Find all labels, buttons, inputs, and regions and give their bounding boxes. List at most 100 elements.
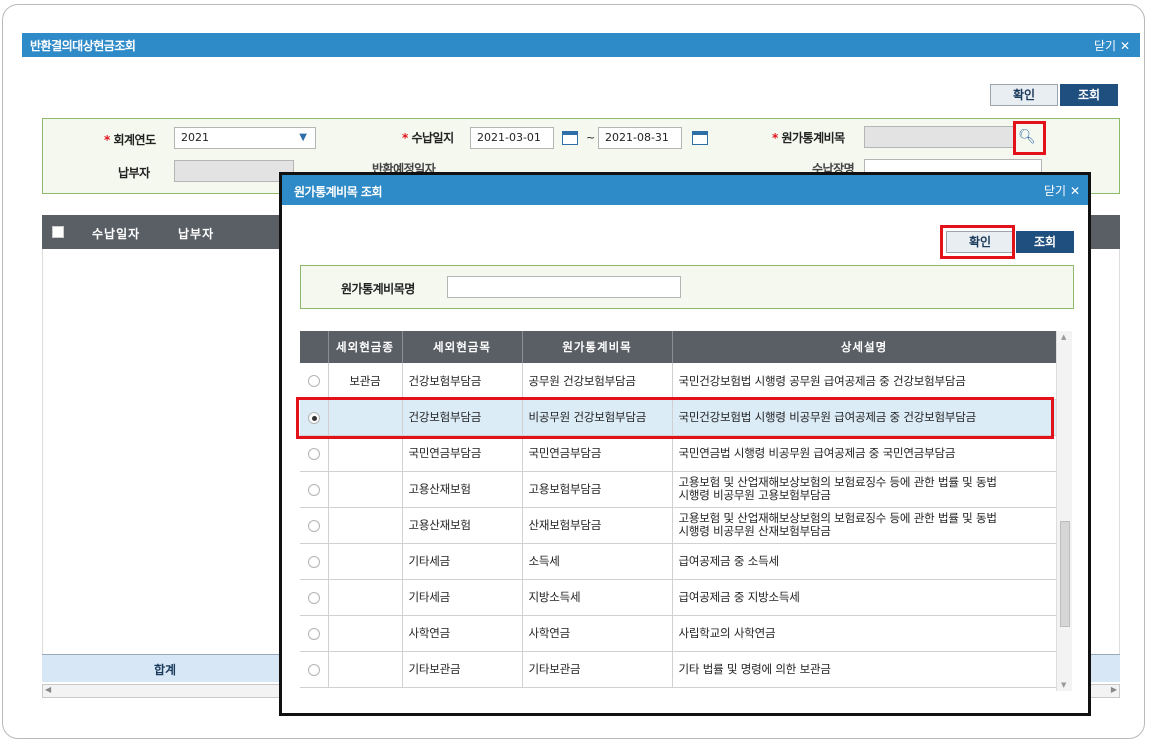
cell-description: 고용보험 및 산업재해보상보험의 보험료징수 등에 관한 법률 및 동법 시행령 … — [672, 471, 1057, 508]
cell-cost-item: 지방소득세 — [522, 579, 673, 616]
cell-item: 고용산재보험 — [402, 507, 523, 544]
cell-description: 사립학교의 사학연금 — [672, 615, 1057, 652]
cell-cost-item: 공무원 건강보험부담금 — [522, 363, 673, 400]
row-radio[interactable] — [307, 627, 320, 640]
cell-description: 급여공제금 중 지방소득세 — [672, 579, 1057, 616]
outer-close-label: 닫기 — [1094, 39, 1117, 53]
outer-close-button[interactable]: 닫기 ✕ — [1094, 37, 1130, 54]
cell-kind — [328, 579, 403, 616]
cost-item-table: 세외현금종 세외현금목 원가통계비목 상세설명 보관금 건강보험부담금 공무원 … — [300, 331, 1057, 688]
row-radio[interactable] — [307, 447, 320, 460]
table-row[interactable]: 국민연금부담금 국민연금부담금 국민연금법 시행령 비공무원 급여공제금 중 국… — [300, 435, 1057, 472]
cell-item: 사학연금 — [402, 615, 523, 652]
cell-description: 국민연금법 시행령 비공무원 급여공제금 중 국민연금부담금 — [672, 435, 1057, 472]
cost-item-lookup-dialog: 원가통계비목 조회 닫기 ✕ 확인 조회 원가통계비목명 세외현금종 세외현금목… — [279, 172, 1091, 716]
outer-col-receipt-date: 수납일자 — [92, 227, 141, 241]
dialog-title: 원가통계비목 조회 — [294, 185, 383, 199]
row-radio[interactable] — [307, 483, 320, 496]
receipt-date-to-input[interactable]: 2021-08-31 — [598, 127, 682, 149]
highlight-box-selected-row — [296, 397, 1054, 439]
cell-item: 기타세금 — [402, 543, 523, 580]
highlight-box-dialog-confirm — [940, 225, 1015, 259]
cell-kind — [328, 507, 403, 544]
date-range-separator: ~ — [586, 131, 596, 144]
outer-confirm-button[interactable]: 확인 — [990, 84, 1058, 106]
scroll-up-icon[interactable]: ▲ — [1061, 333, 1066, 341]
cell-kind — [328, 543, 403, 580]
dialog-search-panel: 원가통계비목명 — [300, 265, 1074, 309]
dialog-close-label: 닫기 — [1044, 184, 1067, 198]
cell-cost-item: 고용보험부담금 — [522, 471, 673, 508]
table-row[interactable]: 기타보관금 기타보관금 기타 법률 및 명령에 의한 보관금 — [300, 651, 1057, 688]
cell-cost-item: 기타보관금 — [522, 651, 673, 688]
calendar-icon[interactable] — [692, 131, 708, 145]
dialog-titlebar: 원가통계비목 조회 닫기 ✕ — [282, 175, 1088, 205]
cell-kind — [328, 651, 403, 688]
col-kind: 세외현금종 — [328, 331, 403, 363]
cell-description: 기타 법률 및 명령에 의한 보관금 — [672, 651, 1057, 688]
col-item: 세외현금목 — [402, 331, 523, 363]
outer-col-payer: 납부자 — [178, 227, 215, 241]
description-line-1: 고용보험 및 산업재해보상보험의 보험료징수 등에 관한 법률 및 동법 — [678, 475, 997, 489]
close-icon: ✕ — [1069, 184, 1080, 198]
row-radio[interactable] — [307, 519, 320, 532]
cell-kind: 보관금 — [328, 363, 403, 400]
cost-item-name-label: 원가통계비목명 — [341, 282, 415, 296]
row-radio[interactable] — [307, 375, 320, 388]
cost-item-label: * 원가통계비목 — [772, 131, 845, 145]
col-description: 상세설명 — [672, 331, 1057, 363]
cell-item: 기타보관금 — [402, 651, 523, 688]
cost-item-input[interactable] — [864, 126, 1014, 148]
cell-item: 건강보험부담금 — [402, 363, 523, 400]
table-header-row: 세외현금종 세외현금목 원가통계비목 상세설명 — [300, 331, 1057, 363]
cell-item: 국민연금부담금 — [402, 435, 523, 472]
table-row[interactable]: 기타세금 지방소득세 급여공제금 중 지방소득세 — [300, 579, 1057, 616]
row-radio[interactable] — [307, 591, 320, 604]
table-row[interactable]: 기타세금 소득세 급여공제금 중 소득세 — [300, 543, 1057, 580]
cell-item: 기타세금 — [402, 579, 523, 616]
dialog-close-button[interactable]: 닫기 ✕ — [1044, 182, 1080, 199]
row-radio[interactable] — [307, 663, 320, 676]
fiscal-year-select[interactable]: 2021 ▼ — [174, 127, 316, 149]
payer-input[interactable] — [174, 160, 294, 182]
table-row[interactable]: 고용산재보험 산재보험부담금 고용보험 및 산업재해보상보험의 보험료징수 등에… — [300, 507, 1057, 544]
dropdown-arrow-icon: ▼ — [299, 132, 307, 143]
scroll-thumb[interactable] — [1060, 521, 1070, 627]
scroll-down-icon[interactable]: ▼ — [1061, 681, 1066, 689]
col-radio — [300, 331, 329, 363]
payer-label: 납부자 — [118, 166, 150, 180]
cell-item: 고용산재보험 — [402, 471, 523, 508]
cell-kind — [328, 471, 403, 508]
table-row[interactable]: 고용산재보험 고용보험부담금 고용보험 및 산업재해보상보험의 보험료징수 등에… — [300, 471, 1057, 508]
cost-item-name-input[interactable] — [447, 276, 681, 298]
description-line-2: 시행령 비공무원 산재보험부담금 — [678, 524, 831, 538]
cell-description: 국민건강보험법 시행령 공무원 급여공제금 중 건강보험부담금 — [672, 363, 1057, 400]
scroll-right-icon[interactable]: ▶ — [1111, 685, 1117, 694]
cell-cost-item: 소득세 — [522, 543, 673, 580]
cell-kind — [328, 615, 403, 652]
calendar-icon[interactable] — [562, 131, 578, 145]
table-row[interactable]: 사학연금 사학연금 사립학교의 사학연금 — [300, 615, 1057, 652]
table-row[interactable]: 보관금 건강보험부담금 공무원 건강보험부담금 국민건강보험법 시행령 공무원 … — [300, 363, 1057, 400]
cell-cost-item: 산재보험부담금 — [522, 507, 673, 544]
description-line-1: 고용보험 및 산업재해보상보험의 보험료징수 등에 관한 법률 및 동법 — [678, 511, 997, 525]
cell-cost-item: 국민연금부담금 — [522, 435, 673, 472]
description-line-2: 시행령 비공무원 고용보험부담금 — [678, 488, 831, 502]
outer-search-button[interactable]: 조회 — [1060, 84, 1118, 106]
fiscal-year-label: * 회계연도 — [104, 133, 156, 147]
cell-kind — [328, 435, 403, 472]
dialog-vertical-scrollbar[interactable]: ▲ ▼ — [1056, 331, 1072, 691]
fiscal-year-value: 2021 — [181, 131, 209, 144]
col-cost-item: 원가통계비목 — [522, 331, 673, 363]
select-all-checkbox[interactable] — [52, 226, 64, 238]
scroll-left-icon[interactable]: ◀ — [45, 685, 51, 694]
receipt-date-from-input[interactable]: 2021-03-01 — [470, 127, 554, 149]
row-radio[interactable] — [307, 555, 320, 568]
dialog-search-button[interactable]: 조회 — [1016, 231, 1074, 253]
cell-cost-item: 사학연금 — [522, 615, 673, 652]
outer-window-title: 반환결의대상현금조회 — [30, 39, 136, 53]
close-icon: ✕ — [1119, 39, 1130, 53]
cell-description: 고용보험 및 산업재해보상보험의 보험료징수 등에 관한 법률 및 동법 시행령 … — [672, 507, 1057, 544]
highlight-box-cost-search — [1013, 121, 1046, 155]
sum-label: 합계 — [154, 663, 177, 677]
